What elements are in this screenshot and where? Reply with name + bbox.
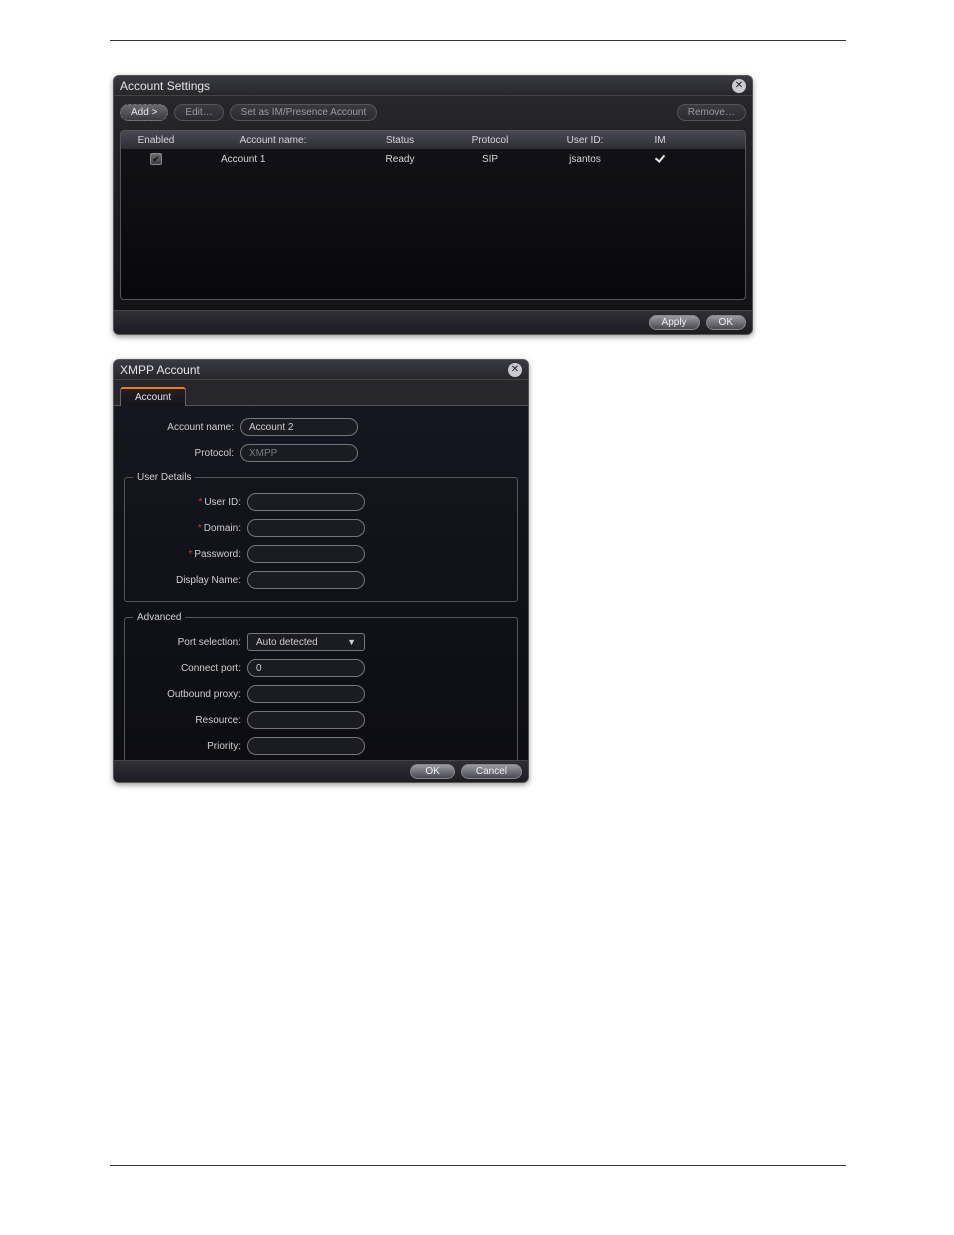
col-enabled: Enabled [121,135,191,146]
ok-button[interactable]: OK [706,315,746,330]
check-icon [654,153,666,163]
set-im-presence-button[interactable]: Set as IM/Presence Account [230,104,378,121]
col-status: Status [355,135,445,146]
tab-account[interactable]: Account [120,387,186,406]
user-details-legend: User Details [133,472,195,483]
xmpp-panel: Account name: Protocol: User Details *Us… [114,406,528,782]
page-bottom-rule [110,1165,846,1166]
enabled-cell[interactable]: ✔ [121,153,191,165]
xmpp-titlebar: XMPP Account ✕ [114,360,528,380]
connect-port-input[interactable] [247,659,365,677]
resource-input[interactable] [247,711,365,729]
accounts-table-header: Enabled Account name: Status Protocol Us… [121,131,745,149]
col-protocol: Protocol [445,135,535,146]
status-cell: Ready [355,154,445,165]
account-name-cell: Account 1 [191,154,355,165]
outbound-proxy-input[interactable] [247,685,365,703]
port-selection-value: Auto detected [256,637,318,648]
xmpp-ok-button[interactable]: OK [410,764,454,779]
add-button[interactable]: Add > [120,104,168,121]
col-im: IM [635,135,685,146]
userid-label: *User ID: [133,497,241,508]
im-cell [635,153,685,166]
xmpp-cancel-button[interactable]: Cancel [461,764,522,779]
col-name: Account name: [191,135,355,146]
close-icon[interactable]: ✕ [508,363,522,377]
enabled-checkbox[interactable]: ✔ [150,153,162,165]
port-selection-label: Port selection: [133,637,241,648]
priority-input[interactable] [247,737,365,755]
resource-label: Resource: [133,715,241,726]
xmpp-title: XMPP Account [120,363,200,377]
account-settings-toolbar: Add > Edit… Set as IM/Presence Account R… [114,100,752,124]
domain-label: *Domain: [133,523,241,534]
password-input[interactable] [247,545,365,563]
xmpp-footer: OK Cancel [114,760,528,782]
protocol-cell: SIP [445,154,535,165]
display-name-input[interactable] [247,571,365,589]
xmpp-tabbar: Account [114,380,528,406]
outbound-proxy-label: Outbound proxy: [133,689,241,700]
advanced-fieldset: Advanced Port selection: Auto detected ▼… [124,612,518,768]
xmpp-account-window: XMPP Account ✕ Account Account name: Pro… [113,359,529,783]
account-name-label: Account name: [124,422,234,433]
account-settings-footer: Apply OK [114,310,752,334]
user-details-fieldset: User Details *User ID: *Domain: *Passwor… [124,472,518,602]
connect-port-label: Connect port: [133,663,241,674]
page-top-rule [110,40,846,41]
account-name-input[interactable] [240,418,358,436]
port-selection-select[interactable]: Auto detected ▼ [247,633,365,651]
userid-cell: jsantos [535,154,635,165]
table-row[interactable]: ✔ Account 1 Ready SIP jsantos [121,149,745,169]
protocol-display [240,444,358,462]
close-icon[interactable]: ✕ [732,79,746,93]
display-name-label: Display Name: [133,575,241,586]
edit-button[interactable]: Edit… [174,104,223,121]
priority-label: Priority: [133,741,241,752]
chevron-down-icon: ▼ [347,637,356,647]
col-userid: User ID: [535,135,635,146]
domain-input[interactable] [247,519,365,537]
remove-button[interactable]: Remove… [677,104,746,121]
protocol-label: Protocol: [124,448,234,459]
password-label: *Password: [133,549,241,560]
account-settings-window: Account Settings ✕ Add > Edit… Set as IM… [113,75,753,335]
advanced-legend: Advanced [133,612,185,623]
account-settings-title: Account Settings [120,79,210,93]
userid-input[interactable] [247,493,365,511]
accounts-table: Enabled Account name: Status Protocol Us… [120,130,746,300]
apply-button[interactable]: Apply [649,315,700,330]
account-settings-titlebar: Account Settings ✕ [114,76,752,96]
